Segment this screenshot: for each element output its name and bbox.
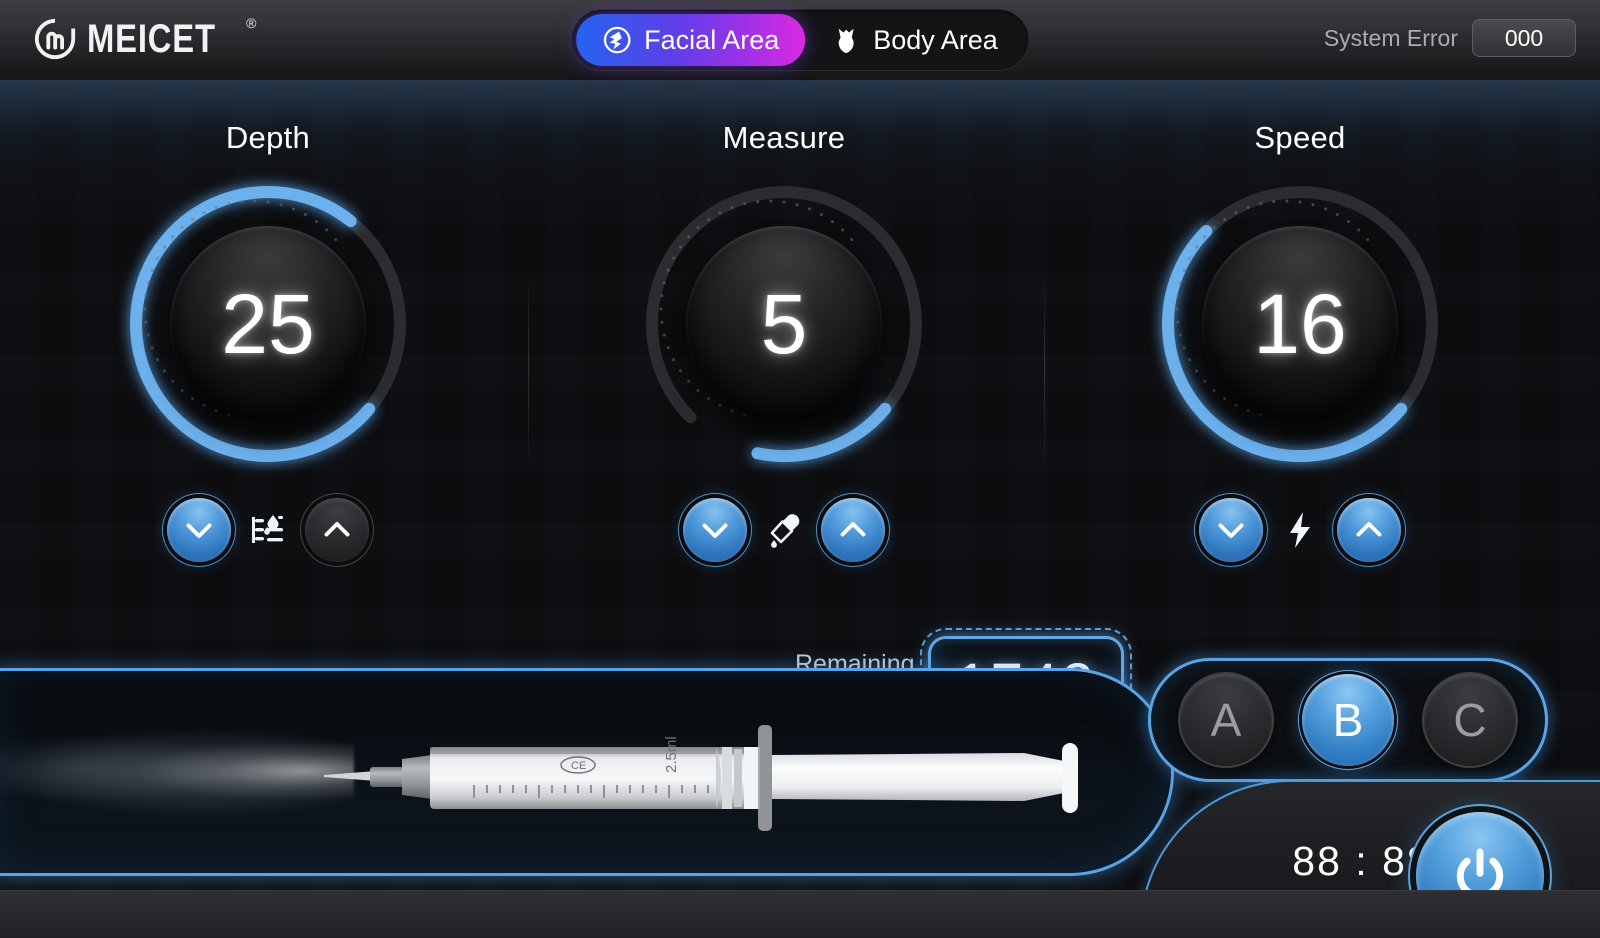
- mode-c-label: C: [1453, 694, 1487, 746]
- meicet-circle-m-logo-icon: [34, 18, 76, 60]
- brand-name: MEICET: [87, 17, 216, 61]
- brand-logo: MEICET ®: [32, 10, 256, 68]
- depth-levels-droplet-icon: [231, 507, 305, 553]
- area-tab-group[interactable]: Facial Area Body Area: [572, 10, 1028, 70]
- depth-increase-button[interactable]: [305, 498, 369, 562]
- measure-dial[interactable]: 5: [634, 174, 934, 474]
- mode-button-a[interactable]: A: [1180, 674, 1272, 766]
- mode-button-c[interactable]: C: [1424, 674, 1516, 766]
- speed-value: 16: [1253, 277, 1347, 371]
- main-stage: Depth 25 Measure 5 Speed 16 Remaining 2.…: [0, 80, 1600, 890]
- syringe-visualization-panel: 2.5ml CE: [0, 668, 1174, 876]
- system-error-indicator: System Error 000: [1324, 19, 1576, 57]
- measure-value: 5: [760, 277, 808, 371]
- speed-increase-button[interactable]: [1337, 498, 1401, 562]
- face-profile-icon: [603, 26, 631, 54]
- tab-facial-area[interactable]: Facial Area: [576, 14, 806, 66]
- depth-control-group: Depth 25: [58, 120, 478, 474]
- footer-bar: [0, 890, 1600, 938]
- speed-decrease-button[interactable]: [1199, 498, 1263, 562]
- mode-a-label: A: [1210, 694, 1242, 746]
- depth-value-knob[interactable]: 25: [170, 226, 366, 422]
- divider-left: [528, 275, 529, 475]
- speed-button-row: [1090, 498, 1510, 562]
- mode-selector-group[interactable]: A B C: [1148, 658, 1548, 782]
- measure-value-knob[interactable]: 5: [686, 226, 882, 422]
- mode-b-label: B: [1332, 694, 1364, 746]
- power-icon: [1456, 848, 1504, 890]
- depth-dial[interactable]: 25: [118, 174, 418, 474]
- svg-text:CE: CE: [571, 760, 586, 772]
- dropper-pipette-icon: [747, 507, 821, 553]
- speed-title: Speed: [1254, 120, 1346, 155]
- tab-body-area-label: Body Area: [873, 24, 998, 55]
- measure-title: Measure: [722, 120, 846, 155]
- power-button[interactable]: [1416, 812, 1544, 890]
- speed-dial[interactable]: 16: [1150, 174, 1450, 474]
- syringe-capacity-label: 2.5ml: [663, 736, 680, 773]
- tab-body-area[interactable]: Body Area: [805, 14, 1024, 66]
- depth-button-row: [58, 498, 478, 562]
- system-error-code: 000: [1472, 19, 1576, 57]
- measure-increase-button[interactable]: [821, 498, 885, 562]
- system-error-label: System Error: [1323, 24, 1458, 51]
- depth-decrease-button[interactable]: [167, 498, 231, 562]
- lightning-bolt-icon: [1263, 507, 1337, 553]
- depth-value: 25: [221, 277, 315, 371]
- depth-title: Depth: [225, 120, 311, 155]
- syringe-illustration: 2.5ml CE: [324, 725, 1078, 831]
- top-bar: MEICET ® Facial Area Body Area System Er…: [0, 0, 1600, 80]
- mode-button-b[interactable]: B: [1302, 674, 1394, 766]
- measure-button-row: [574, 498, 994, 562]
- registered-mark: ®: [246, 15, 257, 31]
- mist-spray: [0, 713, 354, 833]
- measure-control-group: Measure 5: [574, 120, 994, 474]
- tab-facial-area-label: Facial Area: [644, 24, 780, 55]
- torso-body-icon: [838, 28, 854, 54]
- divider-right: [1044, 275, 1045, 475]
- speed-control-group: Speed 16: [1090, 120, 1510, 474]
- speed-value-knob[interactable]: 16: [1202, 226, 1398, 422]
- measure-decrease-button[interactable]: [683, 498, 747, 562]
